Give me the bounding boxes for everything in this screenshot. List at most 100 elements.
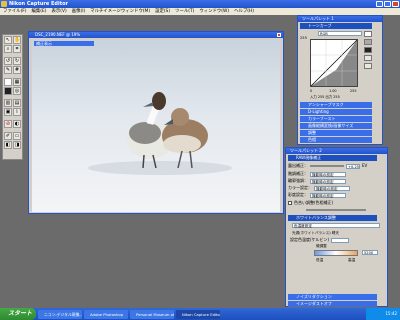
taskbar-item[interactable]: Adobe Photoshop <box>84 309 128 319</box>
wb-kelvin-value[interactable]: 5200 <box>362 250 378 255</box>
palette2-title[interactable]: ツールパレット 2 <box>286 148 387 154</box>
white-point-eyedropper-icon[interactable] <box>364 31 372 37</box>
dust-off-section[interactable]: イメージダストオフ <box>288 301 377 307</box>
saturation-label: 彩度設定： <box>288 192 308 197</box>
clock[interactable]: 15:42 <box>385 311 397 316</box>
wb-mode-select[interactable]: 色温度設定 <box>292 223 380 228</box>
menu-edit[interactable]: 編集(E) <box>32 8 47 15</box>
wb-light-source-label: 光源(ホワイトバランス) 晴天 <box>292 231 339 235</box>
adjust-section[interactable]: 調整 <box>300 130 372 136</box>
menu-bar: ファイル(F) 編集(E) 表示(V) 画像(I) マルチイメージウィンドウ(M… <box>0 8 400 15</box>
gradient-icon[interactable]: ◨ <box>13 141 21 149</box>
fill-icon[interactable]: ◧ <box>4 141 12 149</box>
curve-bottom-right: 255 <box>350 89 357 93</box>
histogram-icon[interactable]: ▥ <box>4 99 12 107</box>
photo-canvas[interactable]: 補正表示 <box>32 40 280 212</box>
zoom-tool-icon[interactable]: ⌕ <box>4 45 12 53</box>
select-tool-icon[interactable]: ↖ <box>4 36 12 44</box>
tool-palette-1: ツールパレット 1 トーンカーブ RGB 255 0 1.00 255 入力 2… <box>297 15 383 145</box>
mask-icon[interactable]: ◐ <box>13 120 21 128</box>
image-close-icon[interactable] <box>277 33 281 37</box>
exposure-label: 露出補正： <box>288 163 308 168</box>
d-lighting-section[interactable]: D-Lighting <box>300 109 372 115</box>
menu-file[interactable]: ファイル(F) <box>3 8 27 15</box>
tool-palette-2: ツールパレット 2 RAW現像補正 露出補正： +0.25 EV 階調補正： 撮影時の… <box>285 147 388 307</box>
reset-curve-icon[interactable] <box>364 63 372 69</box>
taskbar-item[interactable]: Personal Museum of... <box>130 309 174 319</box>
tone-curve-graph[interactable] <box>310 39 358 87</box>
menu-tools[interactable]: ツール(T) <box>175 8 194 15</box>
color-mode-select[interactable]: 撮影時の設定 <box>314 185 350 191</box>
curve-io-values: 入力 255 出力 255 <box>310 95 340 99</box>
color-mode-label: カラー設定： <box>288 185 312 190</box>
white-balance-section[interactable]: ホワイトバランス調整 <box>288 215 377 221</box>
exposure-value[interactable]: +0.25 <box>346 163 360 169</box>
layers-icon[interactable]: ▤ <box>13 99 21 107</box>
curve-top-value: 255 <box>300 36 307 40</box>
grid-icon[interactable]: # <box>13 66 21 74</box>
hue-slider[interactable] <box>306 209 366 211</box>
eraser-icon[interactable]: ▭ <box>13 132 21 140</box>
stop-icon[interactable]: ⊘ <box>4 120 12 128</box>
tone-curve-section[interactable]: トーンカーブ <box>300 23 372 29</box>
tone-curve-plot <box>310 39 358 87</box>
saturation-select[interactable]: 撮影時の設定 <box>310 192 346 198</box>
image-window-titlebar[interactable]: DSC_2190.NEF @ 19% <box>29 32 283 38</box>
app-title: Nikon Capture Editor <box>9 1 68 7</box>
black-point-eyedropper-icon[interactable] <box>364 47 372 53</box>
maximize-button[interactable] <box>384 1 391 7</box>
minimize-button[interactable] <box>376 1 383 7</box>
wb-low-label: 低温 <box>316 258 324 262</box>
wb-temperature-slider[interactable] <box>314 250 358 256</box>
unsharp-mask-section[interactable]: アンシャープマスク <box>300 102 372 108</box>
system-tray: 15:42 <box>366 308 400 320</box>
rotate-left-icon[interactable]: ↺ <box>4 57 12 65</box>
white-square-icon[interactable] <box>4 78 12 86</box>
menu-image[interactable]: 画像(I) <box>72 8 86 15</box>
close-button[interactable] <box>392 1 399 7</box>
black-square-icon[interactable] <box>4 87 12 95</box>
palette-icon[interactable]: ▣ <box>4 108 12 116</box>
wb-kelvin-label: 設定色温度(ケルビン) <box>290 237 330 242</box>
palette1-title[interactable]: ツールパレット 1 <box>298 16 382 22</box>
gray-point-eyedropper-icon[interactable] <box>364 39 372 45</box>
resize-section[interactable]: 画像縦横変換/画像サイズ <box>300 123 372 129</box>
info-icon[interactable]: i <box>13 108 21 116</box>
rotate-right-icon[interactable]: ↻ <box>13 57 21 65</box>
hue-section[interactable]: 色相 <box>300 137 372 143</box>
taskbar-item-active[interactable]: Nikon Capture Editor <box>176 309 220 319</box>
start-button[interactable]: スタート <box>0 308 36 320</box>
hand-tool-icon[interactable]: ✋ <box>13 36 21 44</box>
tone-comp-label: 階調補正： <box>288 171 308 176</box>
eyedropper-icon[interactable]: ✎ <box>4 66 12 74</box>
lasso-icon[interactable]: ◎ <box>13 87 21 95</box>
menu-help[interactable]: ヘルプ(H) <box>234 8 254 15</box>
curve-tools <box>364 31 372 93</box>
start-label: スタート <box>8 310 33 317</box>
wb-kelvin-select[interactable] <box>331 237 350 243</box>
channel-select[interactable]: RGB <box>318 31 362 36</box>
app-icon[interactable] <box>1 1 7 7</box>
menu-multi-image[interactable]: マルチイメージウィンドウ(M) <box>90 8 150 15</box>
exposure-slider[interactable] <box>310 165 344 167</box>
compare-icon[interactable]: ▦ <box>13 78 21 86</box>
hue-adjust-label: 色合い調整(色相補正) <box>294 200 334 205</box>
wb-high-label: 高温 <box>348 258 356 262</box>
menu-view[interactable]: 表示(V) <box>52 8 67 15</box>
hue-adjust-checkbox[interactable] <box>288 201 292 205</box>
menu-settings[interactable]: 設定(S) <box>155 8 170 15</box>
auto-contrast-icon[interactable] <box>364 55 372 61</box>
toolbox: ↖ ✋ ⌕ ⌗ ↺ ↻ ✎ # ▦ ◎ ▥ ▤ ▣ i ⊘ ◐ ✐ ▭ ◧ ◨ <box>2 34 23 160</box>
crop-tool-icon[interactable]: ⌗ <box>13 45 21 53</box>
raw-adjust-section[interactable]: RAW現像補正 <box>288 155 377 161</box>
brush-icon[interactable]: ✐ <box>4 132 12 140</box>
noise-reduction-section[interactable]: ノイズリダクション <box>288 294 377 300</box>
sharpening-select[interactable]: 撮影時の設定 <box>310 178 346 184</box>
taskbar-item[interactable]: ニコン:デジタル現像... <box>38 309 82 319</box>
tone-comp-select[interactable]: 撮影時の設定 <box>310 171 346 177</box>
menu-window[interactable]: ウィンドウ(W) <box>199 8 229 15</box>
sharpening-label: 輪郭強調： <box>288 178 308 183</box>
image-window[interactable]: DSC_2190.NEF @ 19% 補正表示 <box>28 31 284 214</box>
color-boost-section[interactable]: カラーブースト <box>300 116 372 122</box>
curve-gamma-value: 1.00 <box>329 89 337 93</box>
